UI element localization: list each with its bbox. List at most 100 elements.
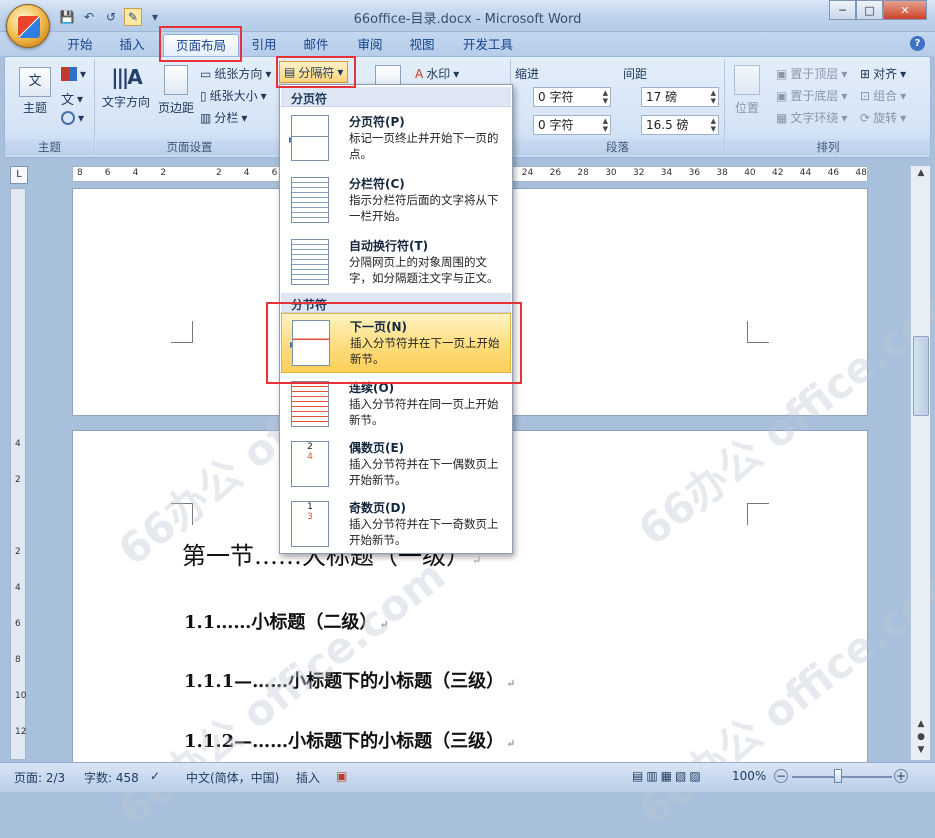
menu-section-page-breaks: 分页符 (281, 87, 511, 107)
spinner-arrows-icon[interactable]: ▲ ▼ (603, 89, 608, 105)
status-word-count[interactable]: 字数: 458 (84, 769, 139, 786)
rotate-button[interactable]: ⟳ 旋转 ▾ (860, 109, 906, 126)
status-insert-mode[interactable]: 插入 (296, 769, 320, 786)
paragraph-mark: ↵ (379, 618, 389, 631)
menu-item-page-break[interactable]: ▶ 分页符(P) 标记一页终止并开始下一页的点。 (281, 109, 511, 169)
group-objects-button[interactable]: ⊡ 组合 ▾ (860, 87, 906, 104)
breaks-button[interactable]: ▤ 分隔符 ▾ (279, 61, 349, 83)
help-icon[interactable]: ? (910, 36, 925, 51)
browse-object-icon[interactable]: ▲ ● ▼ (914, 718, 928, 757)
tab-mailings[interactable]: 邮件 (296, 34, 336, 56)
spinner-arrows-icon[interactable]: ▲ ▼ (711, 89, 716, 105)
indent-right-field[interactable]: 0 字符 ▲ ▼ (533, 115, 611, 135)
ruler-number: 4 (132, 168, 139, 178)
rotate-icon: ⟳ (860, 110, 871, 125)
text-wrap-button[interactable]: ▦ 文字环绕 ▾ (776, 109, 847, 126)
menu-item-odd-page[interactable]: 13 奇数页(D) 插入分节符并在下一奇数页上开始新节。 (281, 495, 511, 555)
ruler-number: 48 (855, 168, 867, 178)
status-bar: 页面: 2/3 字数: 458 ✓ 中文(简体，中国) 插入 ▣ ▤▥▦▧▨ 1… (0, 762, 935, 792)
scroll-up-icon[interactable]: ▲ (914, 168, 928, 182)
size-button[interactable]: ▯ 纸张大小 ▾ (200, 87, 267, 104)
office-button[interactable] (6, 4, 50, 48)
vertical-ruler[interactable]: 422468101214 (10, 188, 26, 773)
group-label-themes: 主题 (5, 139, 94, 155)
orientation-icon: ▭ (200, 66, 212, 81)
minimize-button[interactable]: ─ (829, 0, 856, 20)
menu-item-text-wrapping-break[interactable]: 自动换行符(T) 分隔网页上的对象周围的文字，如分隔题注文字与正文。 (281, 233, 511, 293)
ruler-number: 6 (104, 168, 111, 178)
tab-review[interactable]: 审阅 (350, 34, 390, 56)
tab-references[interactable]: 引用 (244, 34, 284, 56)
vertical-scrollbar[interactable]: ▲ ▲ ● ▼ (910, 166, 930, 760)
heading-level-2[interactable]: 1.1……小标题（二级） ↵ (184, 608, 389, 634)
align-button[interactable]: ⊞ 对齐 ▾ (860, 65, 906, 82)
group-page-setup: |||A 文字方向 页边距 ▭ 纸张方向 ▾ ▯ 纸张大小 ▾ ▥ 分栏 ▾ 页面设置 (96, 59, 284, 155)
crop-mark (171, 503, 193, 525)
heading-level-3[interactable]: 1.1.2—……小标题下的小标题（三级） ↵ (184, 727, 515, 753)
indent-left-field[interactable]: 0 字符 ▲ ▼ (533, 87, 611, 107)
maximize-button[interactable]: □ (856, 0, 883, 20)
margins-button[interactable]: 页边距 (158, 65, 194, 116)
send-back-button[interactable]: ▣ 置于底层 ▾ (776, 87, 847, 104)
scroll-thumb[interactable] (913, 336, 929, 416)
spacing-before-field[interactable]: 17 磅 ▲ ▼ (641, 87, 719, 107)
spacing-after-field[interactable]: 16.5 磅 ▲ ▼ (641, 115, 719, 135)
spinner-arrows-icon[interactable]: ▲ ▼ (711, 117, 716, 133)
paragraph-mark: ↵ (506, 677, 516, 690)
view-buttons[interactable]: ▤▥▦▧▨ (632, 769, 704, 783)
orientation-button[interactable]: ▭ 纸张方向 ▾ (200, 65, 271, 82)
tab-developer[interactable]: 开发工具 (456, 34, 520, 56)
ruler-number: 30 (605, 168, 617, 178)
themes-button[interactable]: 文 主题 (19, 67, 51, 116)
spinner-arrows-icon[interactable]: ▲ ▼ (603, 117, 608, 133)
menu-section-section-breaks: 分节符 (281, 293, 511, 313)
ruler-number: 44 (799, 168, 812, 178)
menu-item-continuous[interactable]: 连续(O) 插入分节符并在同一页上开始新节。 (281, 375, 511, 435)
menu-item-desc: 分隔网页上的对象周围的文字，如分隔题注文字与正文。 (349, 255, 499, 285)
zoom-in-button[interactable]: + (894, 769, 908, 783)
ribbon-tabs: 开始 插入 页面布局 引用 邮件 审阅 视图 开发工具 (0, 32, 935, 56)
proofing-icon[interactable]: ✓ (150, 769, 160, 783)
group-arrange: 位置 ▣ 置于顶层 ▾ ▣ 置于底层 ▾ ▦ 文字环绕 ▾ ⊞ 对齐 ▾ ⊡ 组合 ▾ ⟳ 旋转 ▾ 排… (726, 59, 930, 155)
ruler-number: 28 (577, 168, 589, 178)
zoom-slider-thumb[interactable] (834, 769, 842, 783)
watermark-button[interactable]: A 水印 ▾ (415, 65, 459, 82)
heading-level-3[interactable]: 1.1.1—……小标题下的小标题（三级） ↵ (184, 667, 515, 693)
status-page[interactable]: 页面: 2/3 (14, 769, 65, 786)
zoom-slider-track[interactable] (792, 776, 892, 778)
ruler-number: 46 (827, 168, 840, 178)
tab-home[interactable]: 开始 (58, 34, 102, 56)
send-back-icon: ▣ (776, 88, 788, 103)
bring-front-button[interactable]: ▣ 置于顶层 ▾ (776, 65, 847, 82)
ruler-number: 26 (549, 168, 562, 178)
macro-record-icon[interactable]: ▣ (336, 769, 347, 783)
zoom-out-button[interactable]: − (774, 769, 788, 783)
odd-page-icon: 13 (291, 501, 329, 547)
zoom-level[interactable]: 100% (732, 769, 766, 783)
tab-insert[interactable]: 插入 (110, 34, 154, 56)
text-direction-button[interactable]: |||A 文字方向 (102, 65, 150, 110)
tab-selector[interactable]: L (10, 166, 28, 184)
menu-item-column-break[interactable]: 分栏符(C) 指示分栏符后面的文字将从下一栏开始。 (281, 171, 511, 231)
theme-effects-icon[interactable]: ▾ (61, 111, 84, 125)
columns-button[interactable]: ▥ 分栏 ▾ (200, 109, 247, 126)
close-button[interactable]: ✕ (883, 0, 927, 20)
theme-fonts-icon[interactable]: 文 ▾ (61, 89, 83, 109)
status-language[interactable]: 中文(简体，中国) (186, 769, 279, 786)
text-wrap-break-icon (291, 239, 329, 285)
size-icon: ▯ (200, 88, 207, 103)
window-title: 66office-目录.docx - Microsoft Word (353, 12, 582, 27)
indent-header: 缩进 (515, 67, 540, 81)
ruler-number: 38 (716, 168, 728, 178)
page-break-icon (291, 115, 329, 161)
theme-colors-icon[interactable]: ▾ (61, 67, 86, 81)
tab-view[interactable]: 视图 (402, 34, 442, 56)
tab-page-layout[interactable]: 页面布局 (163, 34, 239, 56)
position-button[interactable]: 位置 (734, 65, 760, 116)
menu-item-title: 偶数页(E) (349, 441, 405, 455)
menu-item-desc: 插入分节符并在同一页上开始新节。 (349, 397, 499, 427)
menu-item-even-page[interactable]: 24 偶数页(E) 插入分节符并在下一偶数页上开始新节。 (281, 435, 511, 495)
group-label-page-setup: 页面设置 (96, 139, 283, 155)
crop-mark (747, 321, 769, 343)
menu-item-next-page[interactable]: ▶ 下一页(N) 插入分节符并在下一页上开始新节。 (281, 313, 511, 373)
